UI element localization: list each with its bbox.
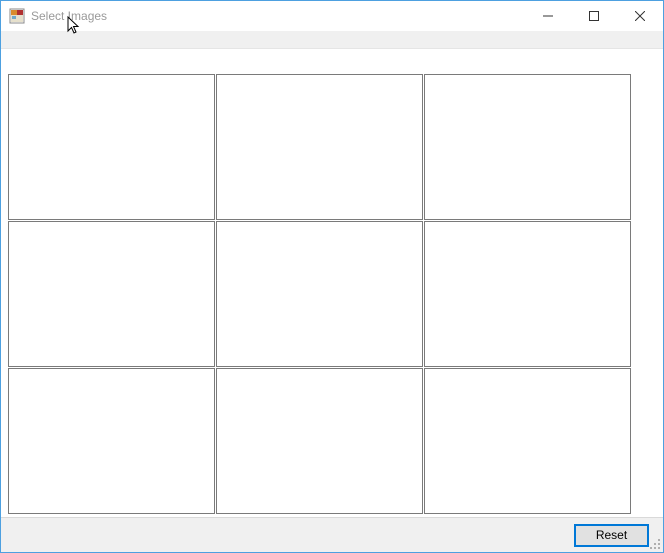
titlebar[interactable]: Select Images <box>1 1 663 31</box>
client-area <box>1 49 663 517</box>
app-icon <box>9 8 25 24</box>
minimize-button[interactable] <box>525 1 571 31</box>
window: Select Images Reset <box>0 0 664 553</box>
reset-button[interactable]: Reset <box>574 524 649 547</box>
image-slot[interactable] <box>8 74 215 220</box>
image-slot[interactable] <box>216 221 423 367</box>
image-slot[interactable] <box>216 368 423 514</box>
image-slot[interactable] <box>8 221 215 367</box>
close-button[interactable] <box>617 1 663 31</box>
menubar <box>1 31 663 49</box>
image-grid <box>8 74 638 514</box>
image-slot[interactable] <box>216 74 423 220</box>
window-controls <box>525 1 663 31</box>
resize-grip-icon[interactable] <box>649 538 661 550</box>
image-slot[interactable] <box>424 221 631 367</box>
image-slot[interactable] <box>8 368 215 514</box>
statusbar: Reset <box>1 517 663 552</box>
maximize-button[interactable] <box>571 1 617 31</box>
image-slot[interactable] <box>424 74 631 220</box>
window-title: Select Images <box>31 9 107 23</box>
image-slot[interactable] <box>424 368 631 514</box>
